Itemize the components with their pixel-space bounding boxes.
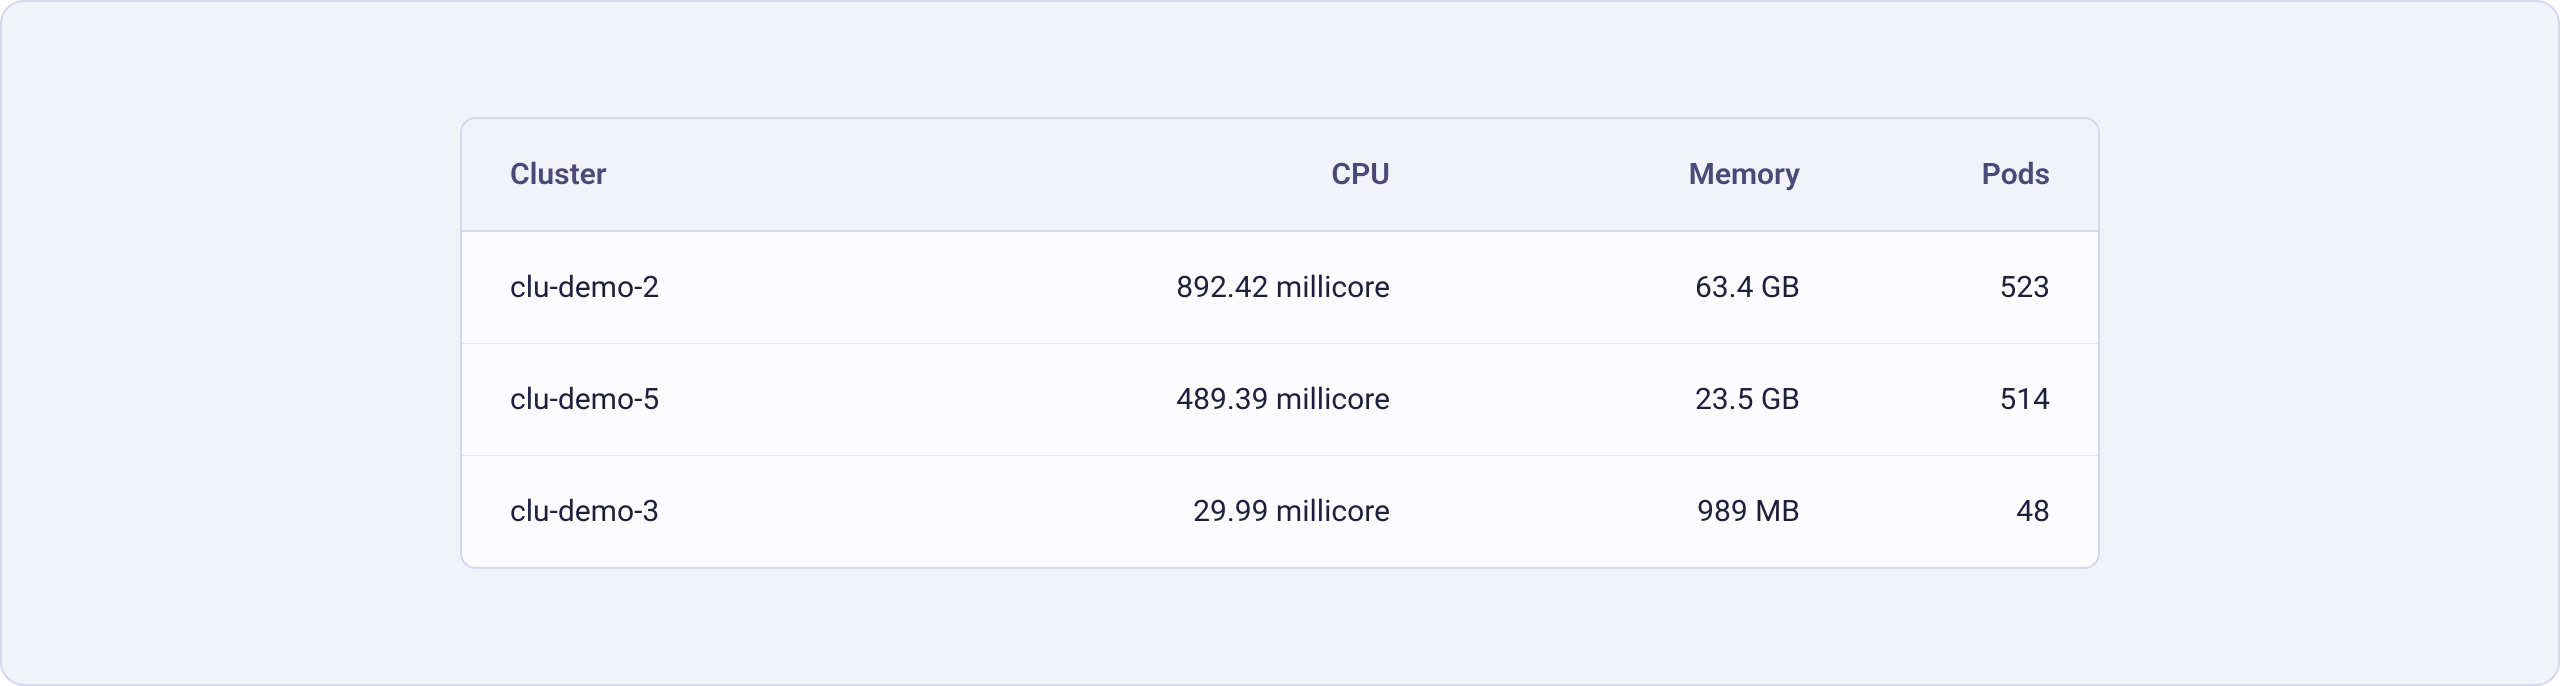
table-header-row: Cluster CPU Memory Pods	[462, 119, 2098, 232]
header-memory: Memory	[1390, 157, 1800, 192]
panel-container: Cluster CPU Memory Pods clu-demo-2 892.4…	[0, 0, 2560, 686]
cell-memory: 989 MB	[1390, 494, 1800, 529]
cell-cluster: clu-demo-5	[510, 382, 920, 417]
cell-memory: 23.5 GB	[1390, 382, 1800, 417]
cell-pods: 523	[1800, 270, 2050, 305]
table-row: clu-demo-2 892.42 millicore 63.4 GB 523	[462, 232, 2098, 344]
header-pods: Pods	[1800, 157, 2050, 192]
cell-cpu: 892.42 millicore	[920, 270, 1390, 305]
cell-pods: 514	[1800, 382, 2050, 417]
cell-memory: 63.4 GB	[1390, 270, 1800, 305]
cell-cluster: clu-demo-3	[510, 494, 920, 529]
header-cpu: CPU	[920, 157, 1390, 192]
header-cluster: Cluster	[510, 157, 920, 192]
cell-cluster: clu-demo-2	[510, 270, 920, 305]
table-row: clu-demo-3 29.99 millicore 989 MB 48	[462, 456, 2098, 567]
cell-pods: 48	[1800, 494, 2050, 529]
cell-cpu: 489.39 millicore	[920, 382, 1390, 417]
cluster-table: Cluster CPU Memory Pods clu-demo-2 892.4…	[460, 117, 2100, 569]
cell-cpu: 29.99 millicore	[920, 494, 1390, 529]
table-row: clu-demo-5 489.39 millicore 23.5 GB 514	[462, 344, 2098, 456]
